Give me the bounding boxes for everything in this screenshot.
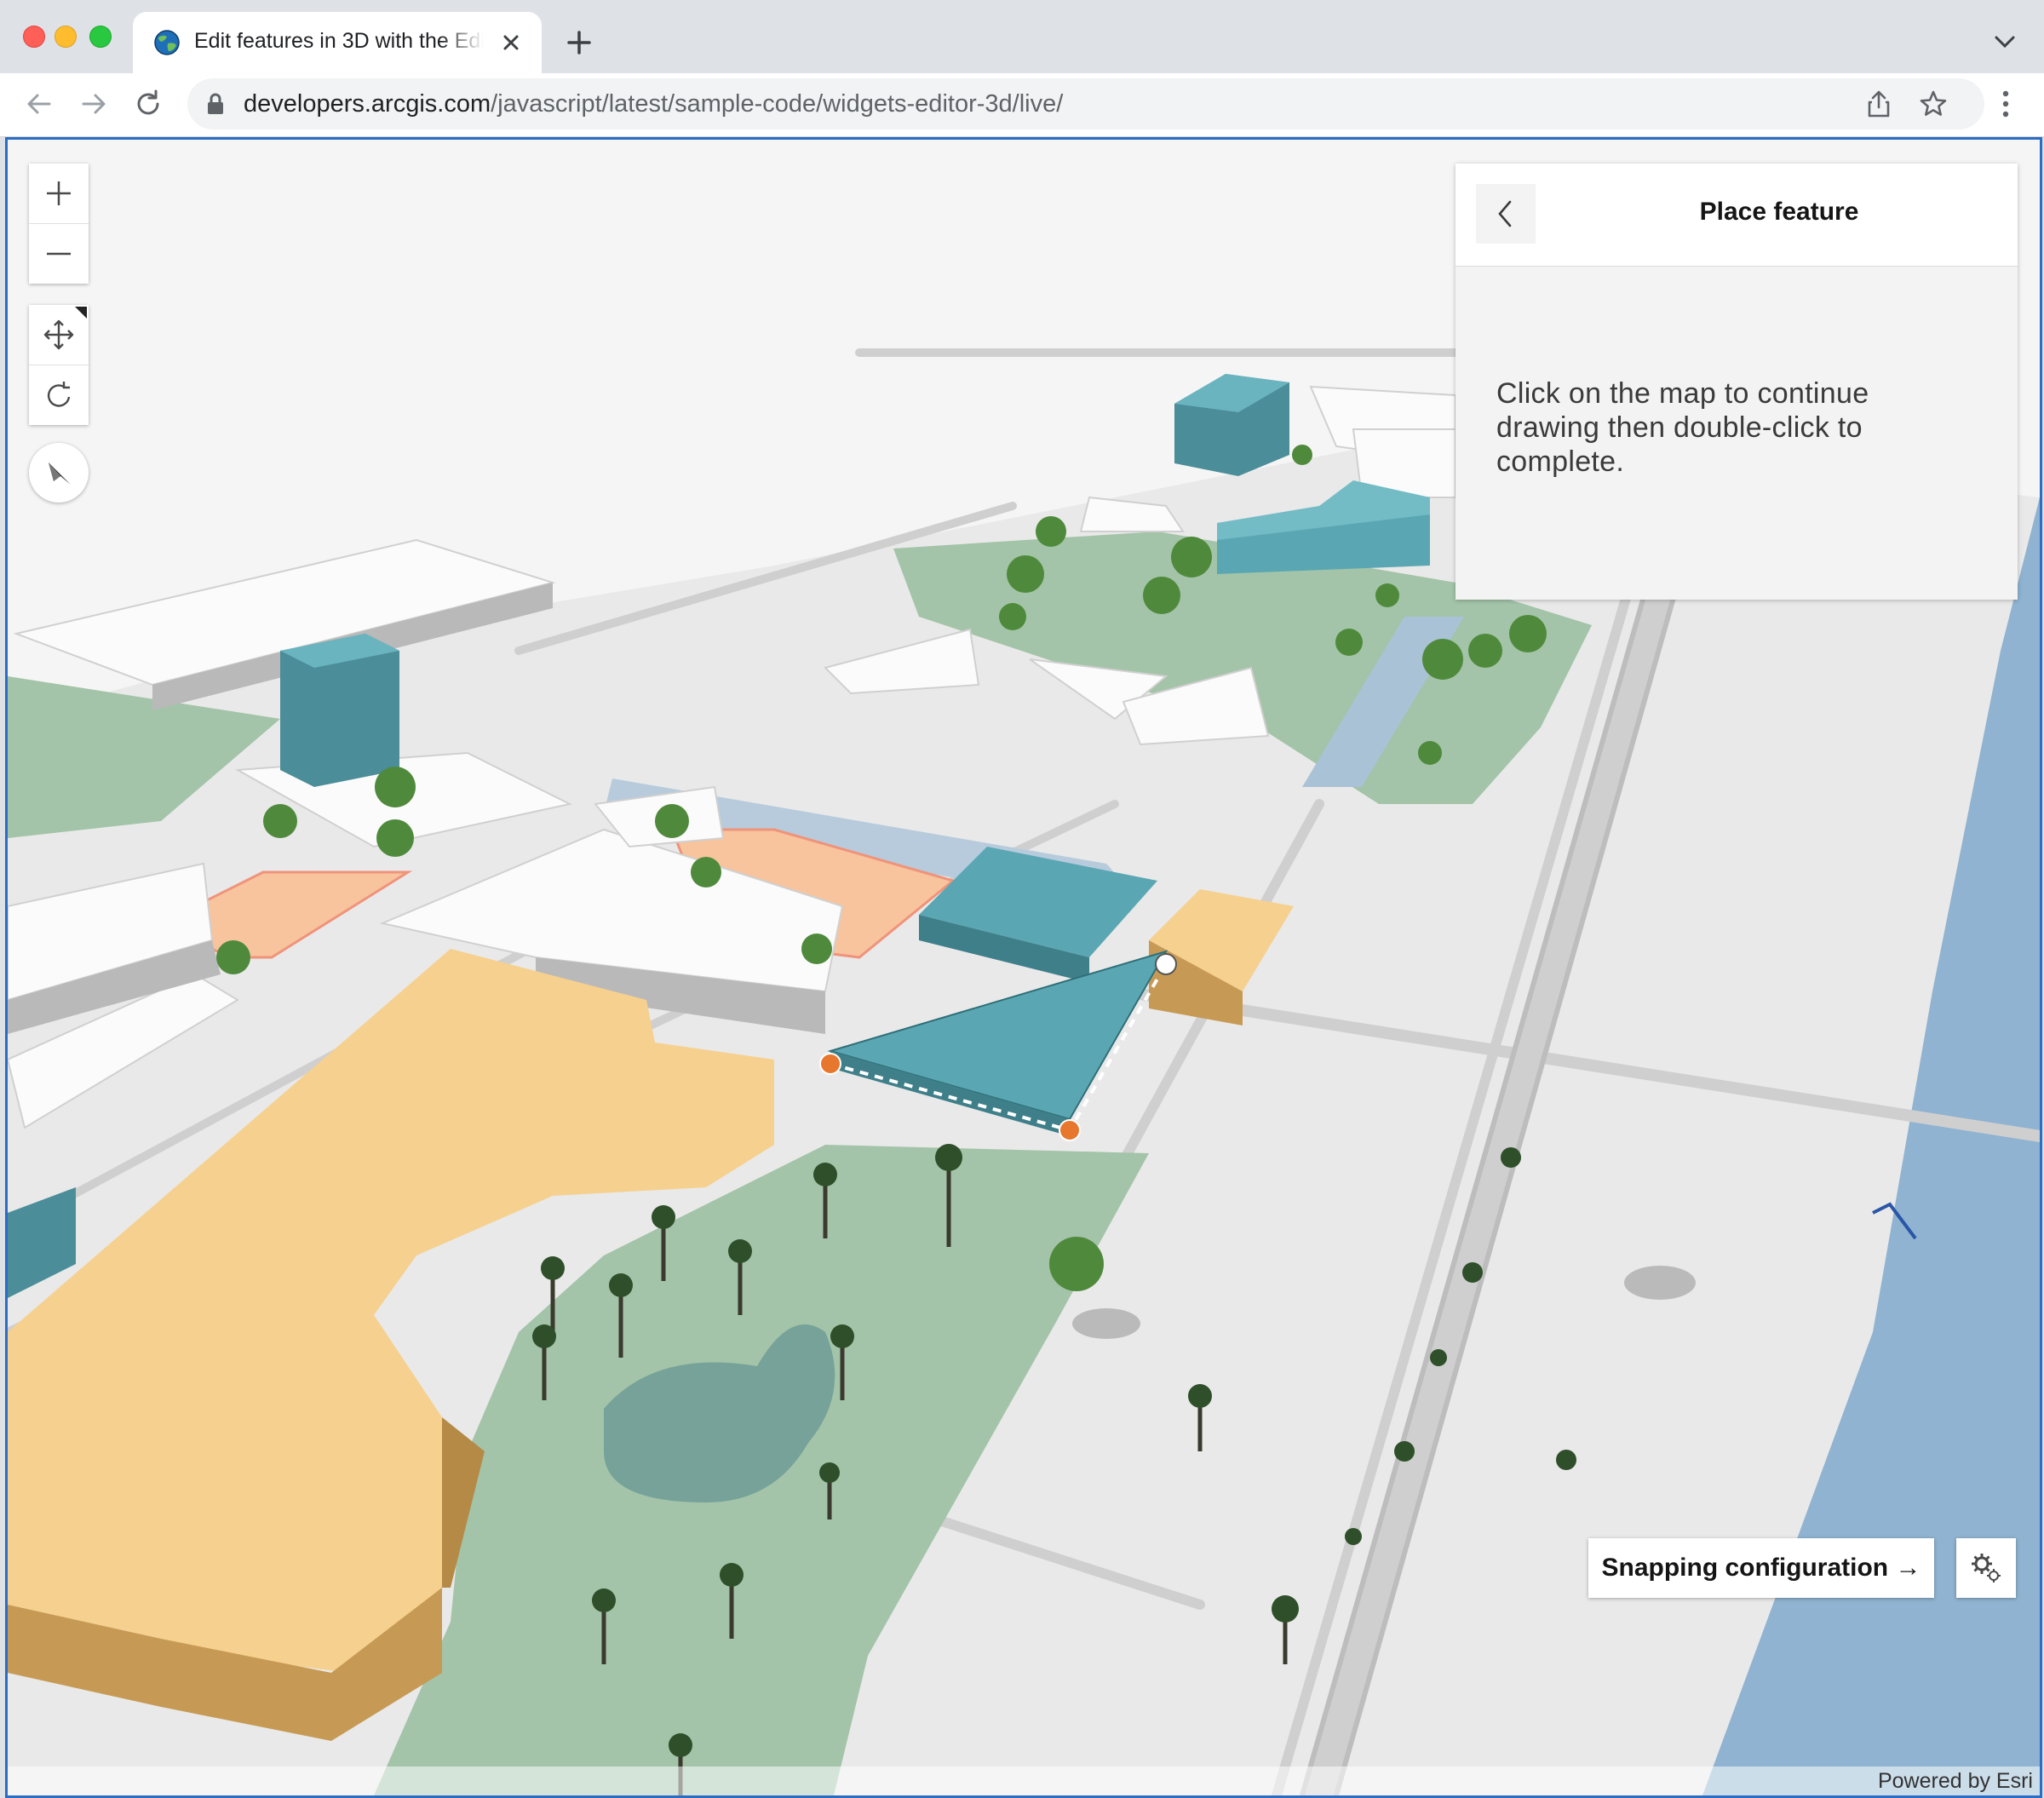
url-text: developers.arcgis.com/javascript/latest/… bbox=[244, 90, 1063, 118]
rotate-icon bbox=[47, 382, 71, 407]
settings-button[interactable] bbox=[1956, 1538, 2016, 1598]
star-icon[interactable] bbox=[1918, 89, 1949, 119]
tab-bar: Edit features in 3D with the Editor widg… bbox=[0, 0, 2044, 73]
panel-instructions: Click on the map to continue drawing the… bbox=[1496, 377, 1869, 478]
gear-icon bbox=[1972, 1554, 2001, 1583]
editor-panel: Place feature Click on the map to contin… bbox=[1455, 164, 2018, 600]
window-minimize-button[interactable] bbox=[55, 26, 77, 48]
attribution-bar: Powered by Esri bbox=[8, 1766, 2040, 1795]
pan-mode-button[interactable] bbox=[29, 305, 89, 365]
new-tab-icon[interactable] bbox=[562, 26, 596, 60]
snapping-configuration-button[interactable]: Snapping configuration → bbox=[1588, 1538, 1934, 1598]
lock-icon bbox=[208, 93, 223, 114]
scene-view[interactable]: Place feature Click on the map to contin… bbox=[5, 137, 2042, 1798]
editor-panel-header: Place feature bbox=[1455, 164, 2018, 267]
sketch-vertex bbox=[819, 1053, 841, 1075]
tab-title: Edit features in 3D with the Editor widg… bbox=[194, 29, 484, 53]
address-bar[interactable]: developers.arcgis.com/javascript/latest/… bbox=[187, 78, 1984, 129]
zoom-in-button[interactable] bbox=[29, 164, 89, 223]
kebab-menu-icon[interactable] bbox=[1993, 87, 2018, 121]
url-path: /javascript/latest/sample-code/widgets-e… bbox=[491, 90, 1064, 118]
sketch-vertex bbox=[1059, 1119, 1081, 1141]
url-host: developers.arcgis.com bbox=[244, 90, 491, 118]
panel-title: Place feature bbox=[1699, 198, 1859, 226]
plus-icon bbox=[47, 181, 71, 205]
navigation-toggle bbox=[29, 305, 89, 425]
corner-indicator-icon bbox=[75, 307, 87, 319]
reload-icon[interactable] bbox=[131, 87, 165, 121]
chevron-left-icon bbox=[1498, 200, 1512, 227]
sketch-cursor-vertex bbox=[1155, 953, 1177, 975]
browser-toolbar: developers.arcgis.com/javascript/latest/… bbox=[0, 73, 2044, 137]
back-button[interactable] bbox=[1476, 184, 1536, 244]
attribution-text[interactable]: Powered by Esri bbox=[1878, 1769, 2033, 1794]
rotate-mode-button[interactable] bbox=[29, 365, 89, 425]
forward-arrow-icon[interactable] bbox=[77, 87, 111, 121]
pan-arrows-icon bbox=[43, 319, 74, 350]
window-maximize-button[interactable] bbox=[89, 26, 112, 48]
back-arrow-icon[interactable] bbox=[22, 87, 56, 121]
browser-tab-active[interactable]: Edit features in 3D with the Editor widg… bbox=[133, 12, 542, 73]
chevron-down-icon[interactable] bbox=[1989, 29, 2020, 55]
zoom-out-button[interactable] bbox=[29, 223, 89, 284]
zoom-widget bbox=[29, 164, 89, 284]
globe-icon bbox=[154, 30, 180, 55]
minus-icon bbox=[47, 252, 71, 256]
compass-icon bbox=[49, 462, 71, 485]
window-close-button[interactable] bbox=[23, 26, 45, 48]
compass-button[interactable] bbox=[29, 443, 89, 503]
close-icon[interactable] bbox=[497, 29, 525, 56]
share-icon[interactable] bbox=[1863, 89, 1894, 119]
